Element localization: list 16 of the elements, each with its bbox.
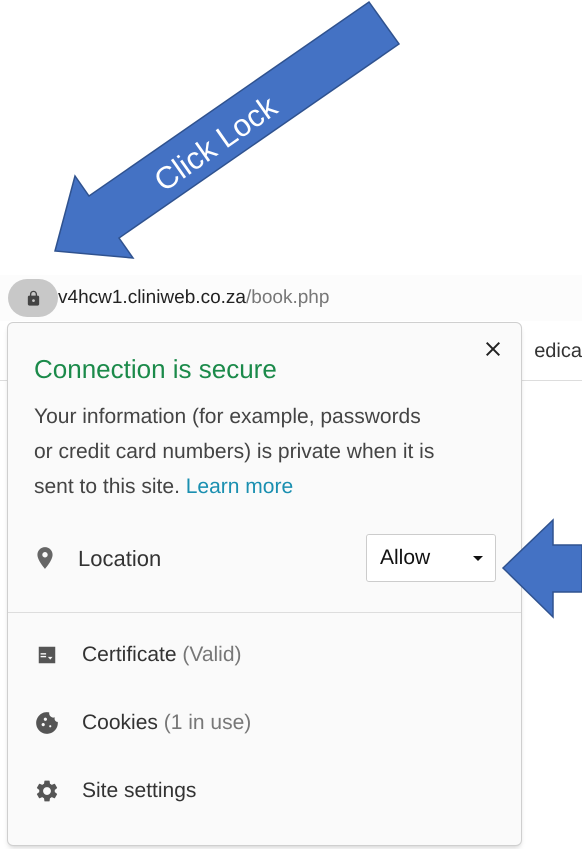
lock-button[interactable]	[8, 279, 58, 317]
popup-title: Connection is secure	[34, 353, 278, 386]
site-info-item[interactable]: Cookies (1 in use)	[34, 701, 521, 745]
cookie-icon	[34, 710, 60, 736]
settings-icon	[34, 778, 60, 804]
security-message: Your information (for example, passwords or credit card numbers) is private when it is sent to this site. Learn more	[34, 404, 436, 500]
site-info-item[interactable]: Certificate (Valid)	[34, 633, 521, 677]
tab-text: edica	[534, 338, 582, 364]
site-info-item[interactable]: Site settings	[34, 769, 521, 813]
learn-more-link[interactable]: Learn more	[186, 475, 294, 498]
permission-dropdown[interactable]: Allow	[366, 534, 496, 582]
certificate-icon	[36, 644, 58, 666]
arrow-label: Click Lock	[148, 90, 282, 197]
permission-label: Location	[78, 544, 162, 572]
url-text[interactable]: v4hcw1.cliniweb.co.za/book.php	[58, 284, 330, 312]
caret-icon	[473, 556, 483, 560]
